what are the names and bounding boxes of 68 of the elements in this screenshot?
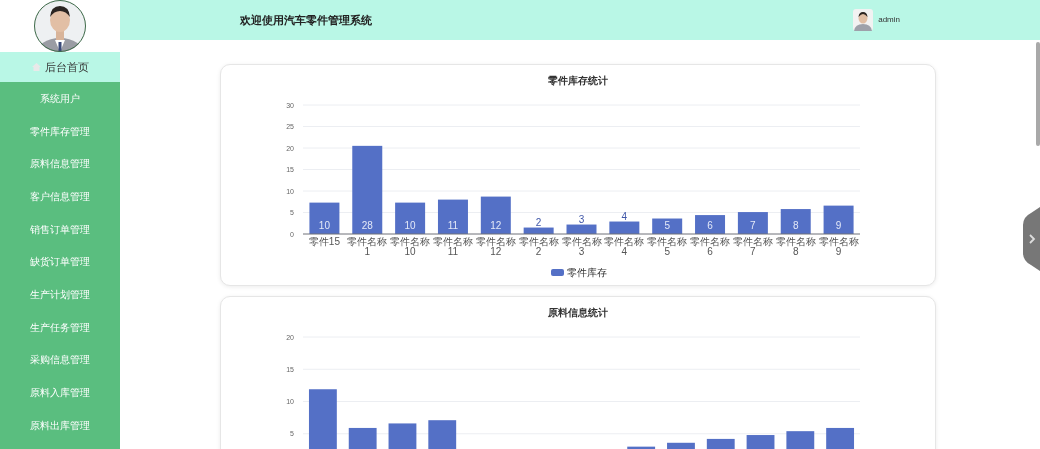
user-avatar (853, 9, 874, 31)
bar (566, 224, 597, 234)
sidebar-item[interactable]: 原料信息管理 (0, 147, 120, 181)
bar (780, 209, 811, 234)
bar (309, 202, 340, 234)
bar (308, 389, 337, 449)
category-label: 零件名称 10 (390, 236, 431, 257)
bar-value-label: 2 (535, 216, 542, 228)
category-label: 零件名称 3 (561, 236, 602, 257)
bar-value-label: 8 (792, 220, 799, 231)
bar-value-label: 12 (490, 220, 502, 231)
bar-value-label: 10 (318, 220, 330, 231)
bar-value-label: 7 (750, 220, 756, 231)
bar (823, 205, 854, 234)
category-label: 零件名称 11 (432, 236, 473, 257)
category-label: 零件名称 7 (732, 236, 773, 257)
bar (388, 423, 417, 449)
category-label: 零件名称 8 (775, 236, 816, 257)
bar (428, 420, 457, 449)
bar-value-label: 11 (447, 220, 459, 231)
user-name[interactable]: admin (878, 14, 900, 26)
bar (786, 431, 815, 449)
legend-swatch[interactable] (551, 269, 564, 276)
bar (348, 427, 377, 449)
category-label: 零件名称 2 (518, 236, 559, 257)
category-label: 零件名称 4 (604, 236, 645, 257)
sidebar-item[interactable]: 零件库存管理 (0, 114, 120, 148)
chart-title: 原料信息统计 (548, 305, 608, 320)
bar (480, 196, 511, 234)
sidebar-item[interactable]: 系统用户 (0, 82, 120, 115)
chart-title: 零件库存统计 (548, 73, 608, 88)
sidebar-item[interactable]: 生产计划管理 (0, 278, 120, 311)
bar-value-label: 3 (578, 213, 585, 225)
bar (395, 202, 426, 234)
home-icon (31, 63, 41, 71)
bar (706, 438, 735, 449)
sidebar-item[interactable]: 原料入库管理 (0, 376, 120, 409)
bar-value-label: 28 (361, 220, 373, 231)
bar-value-label: 9 (835, 220, 842, 231)
page-title: 欢迎使用汽车零件管理系统 (240, 12, 373, 28)
legend-label[interactable]: 零件库存 (567, 267, 607, 278)
category-label: 零件名称 12 (475, 236, 516, 257)
bar-value-label: 6 (707, 220, 713, 231)
sidebar-item[interactable]: 销售订单管理 (0, 212, 120, 246)
sidebar-item[interactable]: 后台首页 (0, 52, 120, 82)
bar-value-label: 4 (621, 210, 628, 222)
expand-tab[interactable] (1021, 207, 1040, 271)
sidebar-item[interactable]: 客户信息管理 (0, 180, 120, 213)
sidebar-item[interactable]: 生产任务管理 (0, 310, 120, 344)
bar (652, 218, 683, 234)
bar (826, 427, 855, 449)
category-label: 零件名称 9 (818, 236, 859, 257)
bar (737, 212, 768, 234)
scrollbar-thumb[interactable] (1036, 42, 1040, 146)
bar (627, 446, 656, 449)
sidebar-item[interactable]: 缺货订单管理 (0, 245, 120, 279)
category-label: 零件名称 6 (690, 236, 731, 257)
sidebar-item[interactable]: 采购信息管理 (0, 343, 120, 377)
category-label: 零件名称 1 (347, 236, 388, 257)
bar-value-label: 5 (664, 220, 670, 231)
sidebar-item[interactable]: 原料出库管理 (0, 408, 120, 442)
bar-value-label: 10 (404, 220, 416, 231)
category-label: 零件15 (308, 236, 340, 247)
bar (523, 227, 554, 234)
bar (667, 442, 695, 449)
bar (437, 199, 468, 234)
category-label: 零件名称 5 (647, 236, 688, 257)
bar (746, 435, 775, 449)
